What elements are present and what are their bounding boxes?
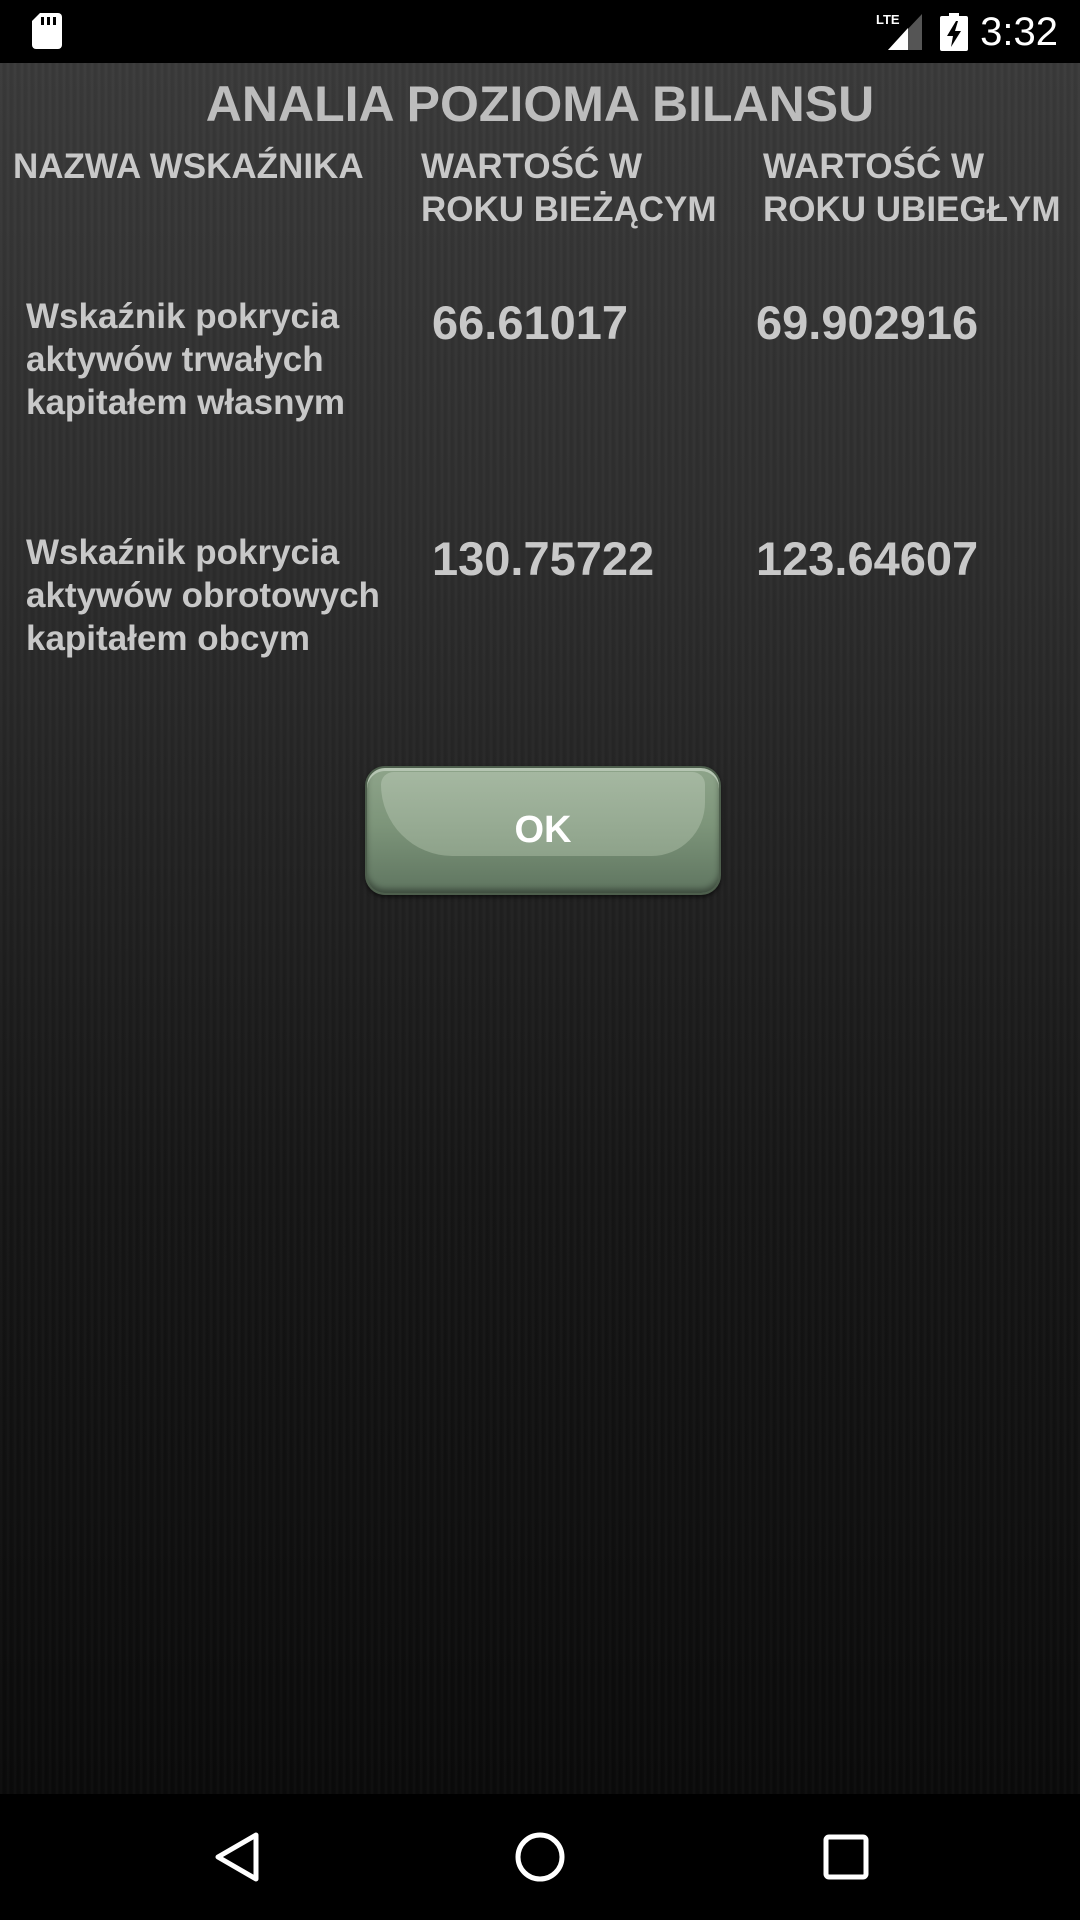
recent-apps-icon[interactable] xyxy=(818,1829,874,1885)
sd-card-icon xyxy=(32,13,62,49)
signal-icon: LTE xyxy=(876,12,922,50)
network-label: LTE xyxy=(876,12,900,27)
home-icon[interactable] xyxy=(512,1829,568,1885)
header-current-year: WARTOŚĆ W ROKU BIEŻĄCYM xyxy=(421,147,717,229)
row-1-previous-value: 69.902916 xyxy=(756,296,979,349)
page-title: ANALIA POZIOMA BILANSU xyxy=(205,76,875,132)
row-2-current-value: 130.75722 xyxy=(432,532,655,585)
navigation-bar xyxy=(0,1794,1080,1920)
header-indicator-name: NAZWA WSKAŹNIKA xyxy=(13,147,364,186)
header-previous-year: WARTOŚĆ W ROKU UBIEGŁYM xyxy=(763,147,1061,229)
main-screen: ANALIA POZIOMA BILANSU NAZWA WSKAŹNIKA W… xyxy=(0,63,1080,1794)
row-2-name: Wskaźnik pokrycia aktywów obrotowych kap… xyxy=(26,533,380,658)
ok-button[interactable]: OK xyxy=(365,766,721,895)
row-1-current-value: 66.61017 xyxy=(432,296,629,349)
row-1-name: Wskaźnik pokrycia aktywów trwałych kapit… xyxy=(26,297,346,422)
status-bar: LTE 3:32 xyxy=(0,0,1080,63)
back-icon[interactable] xyxy=(210,1829,266,1885)
row-2-previous-value: 123.64607 xyxy=(756,532,979,585)
battery-charging-icon xyxy=(940,13,968,51)
ok-button-label: OK xyxy=(514,809,572,851)
clock: 3:32 xyxy=(980,10,1058,54)
